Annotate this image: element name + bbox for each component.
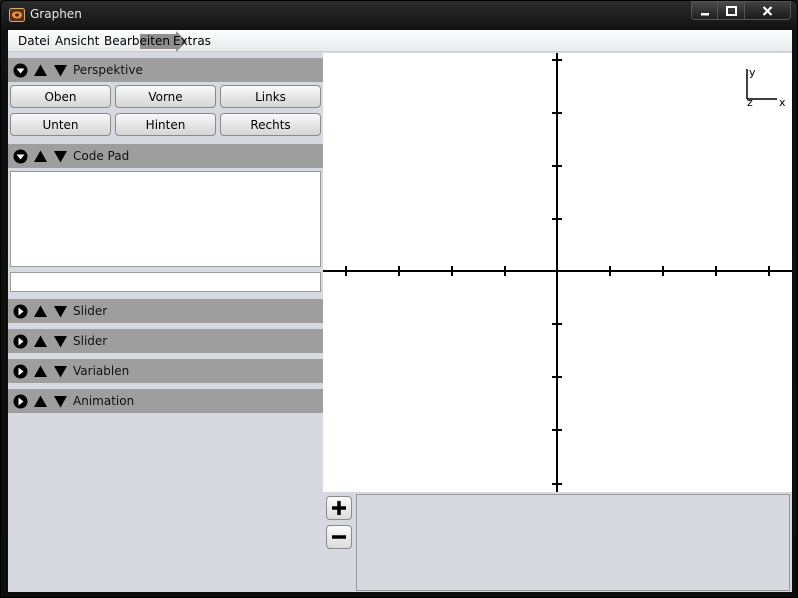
code-pad-textarea[interactable] — [10, 171, 321, 267]
move-down-icon[interactable] — [53, 304, 68, 319]
maximize-button[interactable] — [718, 1, 745, 20]
zoom-out-button[interactable] — [326, 525, 352, 549]
hinten-button[interactable]: Hinten — [115, 113, 216, 136]
orientation-z-label: z — [747, 96, 753, 109]
move-up-icon[interactable] — [33, 63, 48, 78]
section-label: Animation — [73, 394, 135, 408]
code-input-field[interactable] — [10, 272, 321, 292]
collapse-icon[interactable] — [13, 149, 28, 164]
menu-extras[interactable]: Extras — [173, 34, 211, 48]
oben-button[interactable]: Oben — [10, 85, 111, 108]
expand-icon[interactable] — [13, 304, 28, 319]
rechts-button[interactable]: Rechts — [220, 113, 321, 136]
move-up-icon[interactable] — [33, 334, 48, 349]
menu-bearbeiten[interactable]: Bearbeiten — [104, 34, 170, 48]
move-up-icon[interactable] — [33, 364, 48, 379]
orientation-x-label: x — [779, 96, 786, 109]
left-panel: Perspektive Oben Vorne Links Unten Hinte… — [8, 53, 323, 592]
move-down-icon[interactable] — [53, 364, 68, 379]
unten-button[interactable]: Unten — [10, 113, 111, 136]
move-up-icon[interactable] — [33, 149, 48, 164]
app-window: Graphen Datei Ansicht Bearbeiten Extras — [0, 0, 798, 598]
collapse-icon[interactable] — [13, 63, 28, 78]
app-icon — [9, 8, 25, 22]
window-title: Graphen — [30, 7, 82, 21]
move-up-icon[interactable] — [33, 304, 48, 319]
section-label: Variablen — [73, 364, 130, 378]
close-icon — [762, 5, 773, 16]
graph-canvas[interactable]: y z x — [323, 53, 792, 492]
section-variablen[interactable]: Variablen — [8, 359, 323, 383]
menu-datei[interactable]: Datei — [18, 34, 50, 48]
move-down-icon[interactable] — [53, 394, 68, 409]
menu-ansicht[interactable]: Ansicht — [55, 34, 99, 48]
minimize-icon — [700, 12, 709, 15]
bottom-panel — [323, 492, 792, 592]
move-up-icon[interactable] — [33, 394, 48, 409]
section-label: Code Pad — [73, 149, 130, 163]
maximize-icon — [725, 5, 737, 16]
plus-icon — [332, 501, 346, 515]
graph-plot — [323, 53, 792, 492]
zoom-in-button[interactable] — [326, 496, 352, 520]
orientation-y-label: y — [749, 66, 756, 79]
minus-icon — [332, 535, 346, 539]
client-area: Datei Ansicht Bearbeiten Extras Perspekt… — [8, 30, 792, 592]
move-down-icon[interactable] — [53, 149, 68, 164]
section-label: Perspektive — [73, 63, 143, 77]
output-panel — [356, 494, 790, 591]
move-down-icon[interactable] — [53, 63, 68, 78]
section-animation[interactable]: Animation — [8, 389, 323, 413]
title-bar[interactable]: Graphen — [1, 1, 797, 29]
close-button[interactable] — [745, 1, 791, 20]
section-slider-1[interactable]: Slider — [8, 299, 323, 323]
section-slider-2[interactable]: Slider — [8, 329, 323, 353]
section-label: Slider — [73, 334, 108, 348]
menu-bar: Datei Ansicht Bearbeiten Extras — [8, 30, 792, 52]
expand-icon[interactable] — [13, 394, 28, 409]
expand-icon[interactable] — [13, 334, 28, 349]
section-code-pad[interactable]: Code Pad — [8, 144, 323, 168]
expand-icon[interactable] — [13, 364, 28, 379]
minimize-button[interactable] — [691, 1, 718, 20]
vorne-button[interactable]: Vorne — [115, 85, 216, 108]
section-label: Slider — [73, 304, 108, 318]
links-button[interactable]: Links — [220, 85, 321, 108]
move-down-icon[interactable] — [53, 334, 68, 349]
section-perspektive[interactable]: Perspektive — [8, 58, 323, 82]
